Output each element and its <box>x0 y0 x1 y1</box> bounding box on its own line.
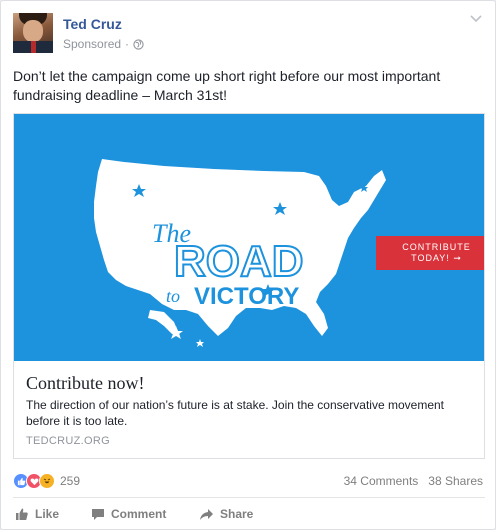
link-title[interactable]: Contribute now! <box>26 373 145 394</box>
shares-count-link[interactable]: 38 Shares <box>428 474 483 488</box>
author-name[interactable]: Ted Cruz <box>63 16 122 32</box>
ad-post-card: Ted Cruz Sponsored · Don’t let the campa… <box>0 0 496 530</box>
reaction-count: 259 <box>60 474 81 488</box>
logo-road-text: ROAD <box>174 237 304 286</box>
share-button[interactable]: Share <box>199 504 279 524</box>
link-info[interactable]: Contribute now! The direction of our nat… <box>14 361 484 458</box>
comments-count-link[interactable]: 34 Comments <box>344 474 419 488</box>
author-avatar[interactable] <box>13 13 53 53</box>
share-arrow-icon <box>200 508 213 520</box>
contribute-today-button[interactable]: CONTRIBUTE TODAY! ➞ <box>376 236 484 270</box>
post-actions: Like Comment Share <box>13 504 279 524</box>
reactions-summary[interactable]: 259 <box>13 473 80 489</box>
like-button[interactable]: Like <box>13 504 91 524</box>
comment-label: Comment <box>111 507 167 521</box>
comment-bubble-icon <box>92 508 104 520</box>
actions-divider <box>13 497 485 498</box>
post-options-chevron-icon[interactable] <box>469 13 485 25</box>
link-preview[interactable]: The ROAD to VICTORY CONTRIBUTE TODAY! ➞ … <box>13 113 485 459</box>
sponsored-label[interactable]: Sponsored <box>63 37 121 51</box>
post-text: Don’t let the campaign come up short rig… <box>13 68 441 103</box>
cta-line-2: TODAY! ➞ <box>411 253 462 263</box>
link-domain: TEDCRUZ.ORG <box>26 435 110 447</box>
engagement-stats: 34 Comments 38 Shares <box>344 474 483 488</box>
post-meta: Sponsored · <box>63 37 144 51</box>
link-description: The direction of our nation’s future is … <box>26 398 444 428</box>
avatar-tie <box>31 41 36 53</box>
like-label: Like <box>35 507 60 521</box>
meta-separator: · <box>125 37 130 51</box>
logo-to-text: to <box>166 286 180 306</box>
globe-icon <box>133 38 144 50</box>
haha-reaction-icon <box>39 473 55 489</box>
cta-line-1: CONTRIBUTE <box>402 242 471 252</box>
comment-button[interactable]: Comment <box>91 504 199 524</box>
logo-victory-text: VICTORY <box>194 283 299 310</box>
banner-image[interactable]: The ROAD to VICTORY CONTRIBUTE TODAY! ➞ <box>14 114 484 361</box>
thumbs-up-icon <box>16 508 28 520</box>
avatar-face <box>23 20 43 42</box>
share-label: Share <box>220 507 254 521</box>
